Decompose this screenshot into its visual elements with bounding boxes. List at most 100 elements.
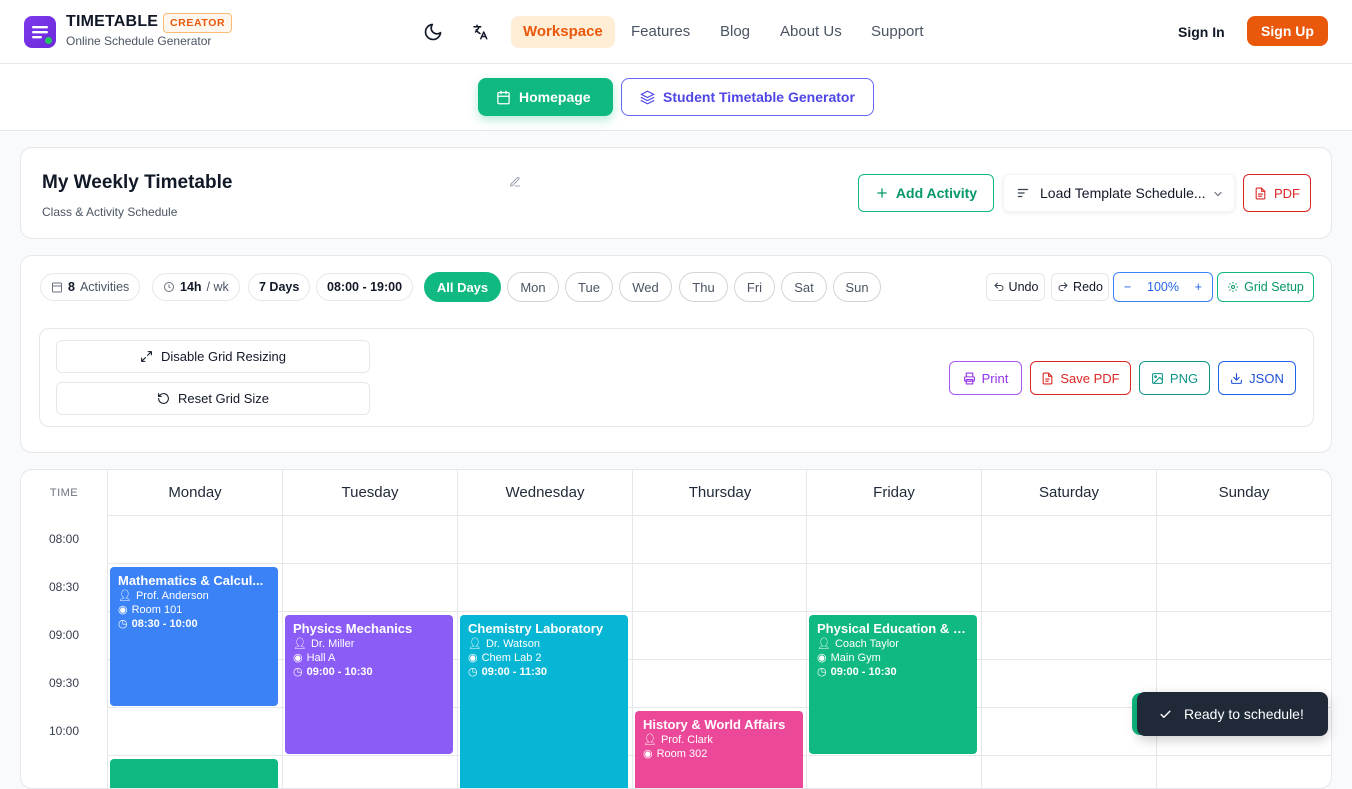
nav-link-blog[interactable]: Blog [708, 16, 762, 48]
event-person: 👤︎ Prof. Anderson [118, 589, 270, 603]
event-time-text: 08:30 - 10:00 [131, 617, 198, 630]
sign-up-button[interactable]: Sign Up [1247, 16, 1328, 46]
load-template-label: Load Template Schedule... [1040, 185, 1206, 201]
day-filter-wed[interactable]: Wed [619, 272, 672, 302]
grid-cell[interactable] [632, 612, 807, 660]
nav-link-about-us[interactable]: About Us [768, 16, 854, 48]
page-subtitle[interactable]: Class & Activity Schedule [42, 205, 177, 219]
day-filter-mon[interactable]: Mon [507, 272, 559, 302]
check-icon [1160, 710, 1171, 718]
reset-grid-button[interactable]: Reset Grid Size [56, 382, 370, 415]
event-chemistry[interactable]: Chemistry Laboratory 👤︎ Dr. Watson ◉ Chem … [460, 615, 628, 788]
grid-cell[interactable] [981, 564, 1156, 612]
day-header-monday: Monday [107, 470, 282, 516]
load-template-select[interactable]: Load Template Schedule... [1003, 174, 1235, 212]
grid-cell[interactable] [981, 612, 1156, 660]
grid-cell[interactable] [282, 756, 457, 788]
event-time: ◷ 09:00 - 10:30 [817, 665, 969, 679]
grid-cell[interactable] [806, 756, 981, 788]
rotate-icon [158, 393, 169, 404]
time-label: 09:30 [48, 676, 80, 690]
grid-cell[interactable] [107, 708, 282, 756]
grid-cell[interactable] [1156, 516, 1331, 564]
redo-button[interactable]: Redo [1051, 273, 1109, 301]
schedule-grid: TIME Monday Tuesday Wednesday Thursday F… [20, 469, 1332, 789]
grid-cell[interactable] [981, 708, 1156, 756]
pdf-button[interactable]: PDF [1243, 174, 1311, 212]
disable-resizing-button[interactable]: Disable Grid Resizing [56, 340, 370, 373]
student-timetable-label: Student Timetable Generator [663, 89, 855, 105]
event-person-text: Dr. Miller [310, 637, 355, 650]
event-mathematics[interactable]: Mathematics & Calcul... 👤︎ Prof. Anderson… [110, 567, 278, 706]
grid-cell[interactable] [981, 756, 1156, 788]
grid-cell[interactable] [282, 516, 457, 564]
nav-link-workspace[interactable]: Workspace [511, 16, 615, 48]
page-title[interactable]: My Weekly Timetable [42, 172, 232, 194]
plus-icon [877, 188, 887, 198]
user-icon: 👤︎ [468, 638, 482, 650]
undo-button[interactable]: Undo [986, 273, 1045, 301]
file-icon [1255, 187, 1266, 199]
grid-cell[interactable] [457, 564, 632, 612]
event-history[interactable]: History & World Affairs 👤︎ Prof. Clark ◉ R… [635, 711, 803, 788]
moon-icon[interactable] [421, 20, 445, 44]
nav-link-support[interactable]: Support [859, 16, 936, 48]
app-logo[interactable] [24, 16, 56, 48]
event-next-monday[interactable] [110, 759, 278, 788]
day-header-friday: Friday [806, 470, 981, 516]
event-title: History & World Affairs [643, 717, 786, 732]
png-button[interactable]: PNG [1139, 361, 1210, 395]
day-filter-all[interactable]: All Days [424, 272, 501, 302]
homepage-button[interactable]: Homepage [478, 78, 613, 116]
time-label: 10:00 [48, 724, 80, 738]
grid-cell[interactable] [806, 516, 981, 564]
translate-icon[interactable] [468, 20, 492, 44]
grid-cell[interactable] [632, 516, 807, 564]
day-filter-sat[interactable]: Sat [781, 272, 827, 302]
day-filter-tue[interactable]: Tue [565, 272, 613, 302]
chevron-down-icon [1214, 191, 1222, 197]
student-timetable-button[interactable]: Student Timetable Generator [621, 78, 874, 116]
grid-cell[interactable] [981, 516, 1156, 564]
pencil-icon[interactable] [509, 176, 521, 188]
event-room-text: Main Gym [830, 651, 881, 664]
add-activity-label: Add Activity [895, 185, 978, 201]
pdf-label: PDF [1274, 185, 1300, 201]
day-filter-sun[interactable]: Sun [833, 272, 881, 302]
grid-cell[interactable] [1156, 756, 1331, 788]
sign-in-button[interactable]: Sign In [1166, 16, 1237, 48]
json-button[interactable]: JSON [1218, 361, 1296, 395]
grid-cell[interactable] [457, 516, 632, 564]
zoom-level: 100% [1147, 280, 1179, 294]
grid-cell[interactable] [981, 660, 1156, 708]
grid-cell[interactable] [282, 564, 457, 612]
save-pdf-button[interactable]: Save PDF [1030, 361, 1131, 395]
add-activity-button[interactable]: Add Activity [858, 174, 994, 212]
print-label: Print [981, 370, 1009, 386]
day-filter-fri[interactable]: Fri [734, 272, 775, 302]
nav-link-features[interactable]: Features [619, 16, 702, 48]
event-physical-education[interactable]: Physical Education & Fi... 👤︎ Coach Taylo… [809, 615, 977, 754]
grid-cell[interactable] [806, 564, 981, 612]
clock-icon: ◷ [293, 666, 303, 678]
print-button[interactable]: Print [949, 361, 1022, 395]
grid-cell[interactable] [632, 660, 807, 708]
hours-chip: 14h / wk [152, 273, 240, 301]
zoom-out-button[interactable]: − [1124, 280, 1131, 294]
grid-tools-panel: Disable Grid Resizing Reset Grid Size Pr… [39, 328, 1314, 427]
day-header-tuesday: Tuesday [282, 470, 457, 516]
zoom-in-button[interactable]: + [1195, 280, 1202, 294]
event-physics[interactable]: Physics Mechanics 👤︎ Dr. Miller ◉ Hall A ◷… [285, 615, 453, 754]
undo-label: Undo [1008, 280, 1039, 294]
grid-setup-button[interactable]: Grid Setup [1217, 272, 1314, 302]
grid-cell[interactable] [1156, 612, 1331, 660]
days-chip: 7 Days [248, 273, 311, 301]
reset-grid-label: Reset Grid Size [177, 391, 270, 406]
lines-icon [1017, 188, 1029, 198]
day-filter-thu[interactable]: Thu [679, 272, 728, 302]
event-person: 👤︎ Dr. Watson [468, 637, 620, 651]
grid-cell[interactable] [107, 516, 282, 564]
event-room: ◉ Room 101 [118, 603, 270, 617]
grid-cell[interactable] [632, 564, 807, 612]
grid-cell[interactable] [1156, 564, 1331, 612]
